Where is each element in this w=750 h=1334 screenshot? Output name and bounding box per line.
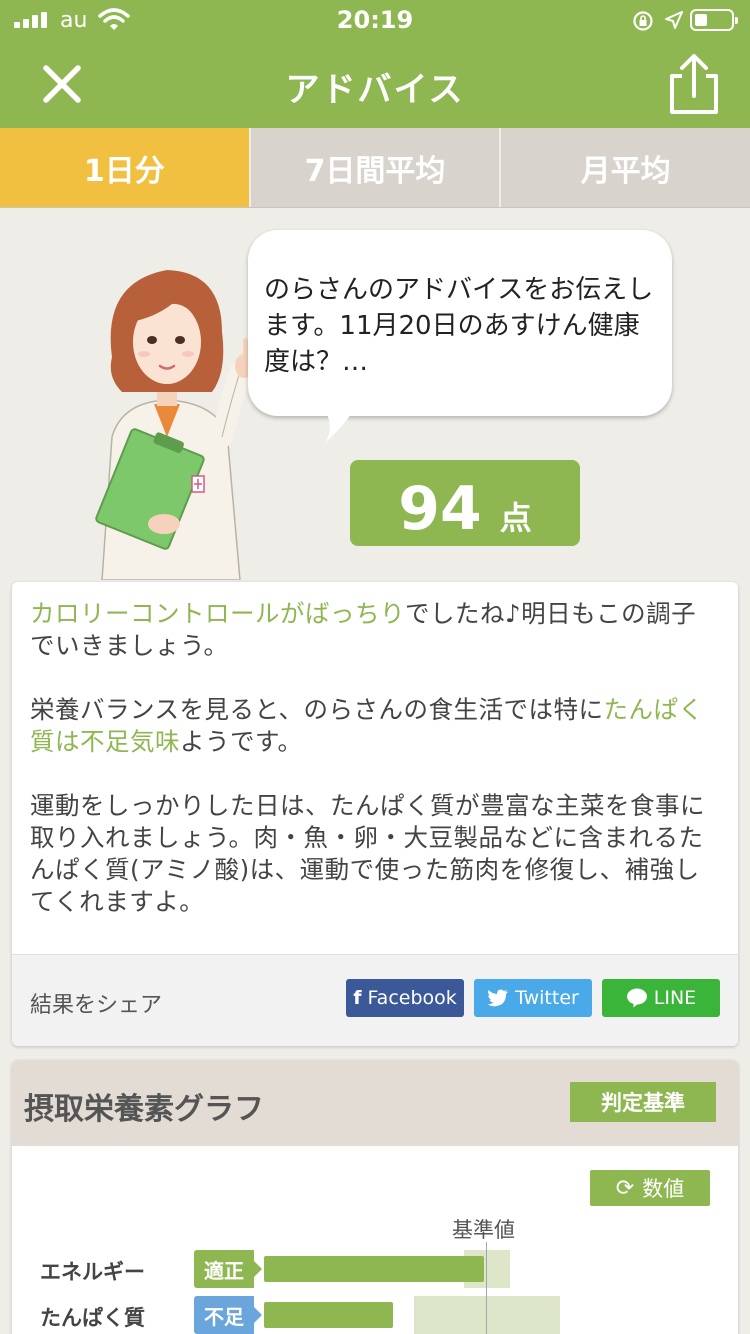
nutrient-name: エネルギー bbox=[40, 1260, 145, 1284]
advice-text-segment: ようです。 bbox=[180, 727, 303, 756]
advice-paragraph: 運動をしっかりした日は、たんぱく質が豊富な主菜を食事に取り入れましょう。肉・魚・… bbox=[30, 791, 705, 916]
facebook-share-button[interactable]: f Facebook bbox=[346, 979, 464, 1017]
nutrient-row-energy: エネルギー 適正 bbox=[12, 1250, 738, 1290]
reference-line bbox=[486, 1242, 487, 1334]
facebook-label: Facebook bbox=[367, 987, 457, 1009]
nutrient-row-protein: たんぱく質 不足 bbox=[12, 1296, 738, 1334]
line-label: LINE bbox=[653, 987, 697, 1009]
twitter-share-button[interactable]: Twitter bbox=[474, 979, 592, 1017]
nutrient-status-badge: 不足 bbox=[194, 1296, 262, 1334]
advisor-character-illustration bbox=[95, 270, 253, 580]
tab-seven-day-average[interactable]: 7日間平均 bbox=[250, 128, 502, 207]
rotation-lock-icon bbox=[633, 11, 653, 31]
advice-text-segment: 栄養バランスを見ると、のらさんの食生活では特に bbox=[30, 695, 604, 724]
nutrient-intake-bar bbox=[264, 1256, 484, 1282]
toggle-values-label: 数値 bbox=[642, 1177, 685, 1201]
reference-value-label: 基準値 bbox=[452, 1218, 515, 1242]
nutrient-name: たんぱく質 bbox=[40, 1306, 145, 1330]
graph-header: 摂取栄養素グラフ 判定基準 bbox=[12, 1060, 738, 1146]
line-chat-icon bbox=[626, 988, 647, 1008]
twitter-icon bbox=[487, 989, 509, 1007]
page-title: アドバイス bbox=[285, 70, 465, 110]
score-unit: 点 bbox=[499, 499, 532, 537]
period-tabs: 1日分 7日間平均 月平均 bbox=[0, 128, 750, 208]
refresh-icon: ⟳ bbox=[615, 1175, 635, 1201]
line-share-button[interactable]: LINE bbox=[602, 979, 720, 1017]
nutrient-intake-bar bbox=[264, 1302, 393, 1328]
criteria-button[interactable]: 判定基準 bbox=[570, 1082, 716, 1122]
reference-range bbox=[414, 1296, 560, 1334]
battery-icon bbox=[690, 9, 738, 31]
twitter-label: Twitter bbox=[515, 987, 579, 1009]
nav-bar: アドバイス bbox=[0, 40, 750, 128]
speech-bubble-tail bbox=[320, 404, 358, 442]
score-value: 94 bbox=[398, 474, 482, 544]
graph-title: 摂取栄養素グラフ bbox=[24, 1092, 264, 1127]
share-icon[interactable] bbox=[664, 52, 724, 116]
facebook-icon: f bbox=[353, 987, 362, 1009]
advice-card: カロリーコントロールがばっちりでしたね♪明日もこの調子でいきましょう。 栄養バラ… bbox=[12, 582, 738, 1046]
location-icon bbox=[665, 11, 683, 29]
share-label: 結果をシェア bbox=[30, 993, 163, 1018]
advice-paragraph: カロリーコントロールがばっちりでしたね♪明日もこの調子でいきましょう。 bbox=[30, 598, 720, 662]
nutrient-status-badge: 適正 bbox=[194, 1250, 262, 1288]
health-score-badge: 94 点 bbox=[350, 460, 580, 546]
nutrient-graph-card: 摂取栄養素グラフ 判定基準 ⟳ 数値 基準値 エネルギー 適正 たんぱく質 不足 bbox=[12, 1060, 738, 1334]
tab-monthly-average[interactable]: 月平均 bbox=[501, 128, 750, 207]
toggle-values-button[interactable]: ⟳ 数値 bbox=[590, 1170, 710, 1206]
advice-highlight: カロリーコントロールがばっちり bbox=[30, 599, 405, 628]
status-bar: au 20:19 bbox=[0, 0, 750, 40]
advice-text: カロリーコントロールがばっちりでしたね♪明日もこの調子でいきましょう。 栄養バラ… bbox=[12, 582, 738, 918]
bubble-text: のらさんのアドバイスをお伝えします。11月20日のあすけん健康度は？… bbox=[264, 275, 654, 377]
advice-paragraph: 栄養バランスを見ると、のらさんの食生活では特にたんぱく質は不足気味ようです。 bbox=[30, 694, 720, 758]
tab-one-day[interactable]: 1日分 bbox=[0, 128, 251, 207]
share-row: 結果をシェア f Facebook Twitter LINE bbox=[12, 954, 738, 1046]
advice-speech-bubble: のらさんのアドバイスをお伝えします。11月20日のあすけん健康度は？… bbox=[248, 230, 672, 416]
